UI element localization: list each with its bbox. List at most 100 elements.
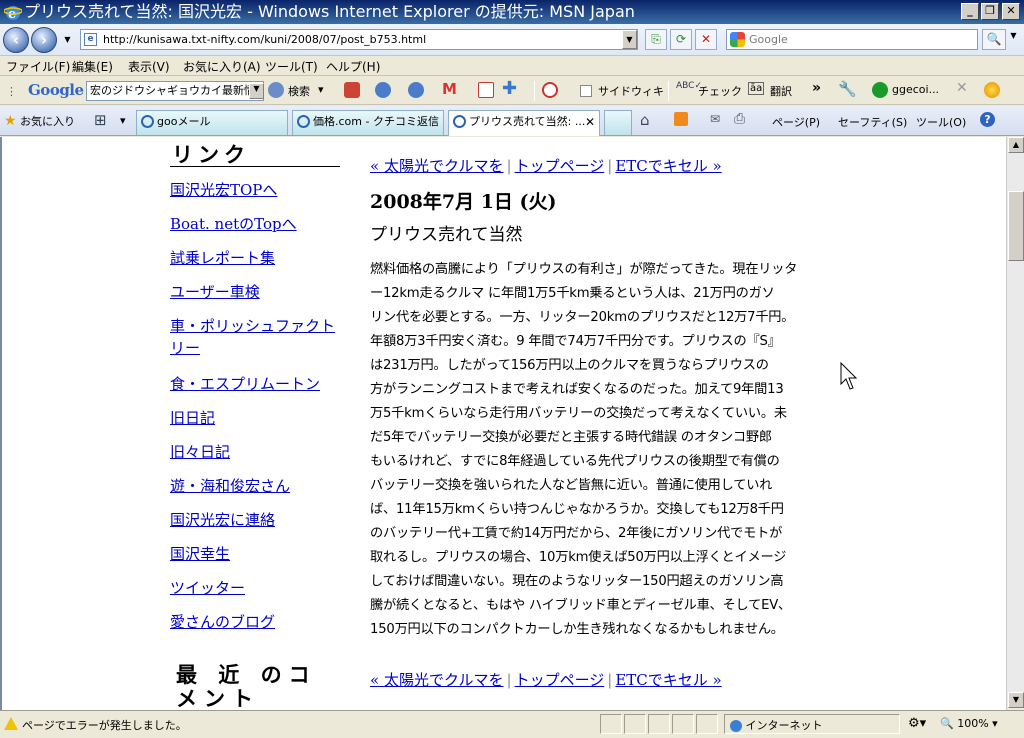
status-panel xyxy=(696,714,718,734)
sidebar-link-contact[interactable]: 国沢光宏に連絡 xyxy=(170,509,275,530)
nav-separator: | xyxy=(607,157,613,175)
next-post-link[interactable]: ETCでキセル » xyxy=(615,157,721,175)
sidebar-link-reports[interactable]: 試乗レポート集 xyxy=(170,247,275,268)
post-line: のバッテリー代+工賃で約14万円だから、2年後にガソリン代でモトが xyxy=(370,526,783,541)
globe-icon-2[interactable] xyxy=(408,82,424,98)
search-button[interactable]: 🔍 xyxy=(982,29,1006,50)
globe-icon[interactable] xyxy=(375,82,391,98)
menu-tools[interactable]: ツール(T) xyxy=(265,58,318,75)
next-post-link-bottom[interactable]: ETCでキセル » xyxy=(615,671,721,689)
toolbar-options-icon[interactable] xyxy=(984,82,1000,98)
search-options-dropdown[interactable]: ▼ xyxy=(1006,31,1021,48)
scroll-up-arrow[interactable]: ▲ xyxy=(1008,137,1024,153)
mail-icon[interactable]: ✉ xyxy=(710,112,720,126)
menu-favorites[interactable]: お気に入り(A) xyxy=(183,58,261,75)
status-panel xyxy=(648,714,670,734)
title-bar: e プリウス売れて当然: 国沢光宏 - Windows Internet Exp… xyxy=(0,0,1024,24)
google-query-field[interactable]: 宏のジドウシャギョウカイ最新情報 xyxy=(86,81,264,101)
tab-bar: ★ お気に入り ⊞ ▾ gooメール 価格.com - クチコミ返信 プリウス売… xyxy=(0,106,1024,136)
wrench-icon[interactable]: 🔧 xyxy=(838,80,857,98)
tab-label: 価格.com - クチコミ返信 xyxy=(313,115,439,128)
sidebar-link-boat[interactable]: Boat. netのTopへ xyxy=(170,213,297,234)
post-line: もいるけれど、すでに8年経過している先代プリウスの後期型で有償の xyxy=(370,454,780,469)
sidewiki-button[interactable]: サイドウィキ xyxy=(598,83,664,99)
translate-icon: āa xyxy=(748,82,765,95)
sidebar-link-ai-blog[interactable]: 愛さんのブログ xyxy=(170,611,275,632)
sidebar-link-inspection[interactable]: ユーザー車検 xyxy=(170,281,260,302)
quick-tabs-icon[interactable]: ⊞ xyxy=(94,111,107,129)
check-button[interactable]: チェック xyxy=(698,83,742,99)
security-zone[interactable]: インターネット xyxy=(730,717,823,733)
address-toolbar: ‹ › ▼ e http://kunisawa.txt-nifty.com/ku… xyxy=(0,24,1024,56)
menu-file[interactable]: ファイル(F) xyxy=(6,58,70,75)
plus-icon[interactable]: ✚ xyxy=(502,78,517,99)
minimize-button[interactable]: _ xyxy=(961,3,979,20)
more-chevron-icon[interactable]: » xyxy=(812,80,821,96)
sidebar-link-old-diary[interactable]: 旧日記 xyxy=(170,407,215,428)
top-page-link-bottom[interactable]: トップページ xyxy=(515,671,605,689)
popup-blocker-icon[interactable] xyxy=(542,82,558,98)
tab-goo-mail[interactable]: gooメール xyxy=(136,110,288,135)
compatibility-view-icon[interactable]: ⎘ xyxy=(645,29,667,50)
sidebar-link-umiwa[interactable]: 遊・海和俊宏さん xyxy=(170,475,290,496)
help-icon[interactable]: ? xyxy=(980,112,995,127)
warning-icon[interactable] xyxy=(4,717,18,730)
scroll-down-arrow[interactable]: ▼ xyxy=(1008,692,1024,708)
prev-post-link[interactable]: « 太陽光でクルマを xyxy=(370,157,504,175)
tab-list-dropdown[interactable]: ▾ xyxy=(120,114,126,127)
sidebar-link-top[interactable]: 国沢光宏TOPへ xyxy=(170,179,277,200)
sidebar-link-twitter[interactable]: ツイッター xyxy=(170,577,245,598)
page-content: リンク 国沢光宏TOPへ Boat. netのTopへ 試乗レポート集 ユーザー… xyxy=(0,137,1006,710)
stop-icon[interactable]: ✕ xyxy=(695,29,717,50)
status-bar: ページでエラーが発生しました。 インターネット ⚙▾ 🔍 100% ▾ xyxy=(0,710,1024,738)
tab-kakaku[interactable]: 価格.com - クチコミ返信 xyxy=(292,110,444,135)
close-window-button[interactable]: ✕ xyxy=(1002,3,1020,20)
print-icon[interactable]: ⎙ xyxy=(734,111,745,127)
sidebar-link-food[interactable]: 食・エスプリムートン xyxy=(170,373,320,394)
recent-pages-dropdown[interactable]: ▼ xyxy=(60,35,75,47)
scroll-thumb[interactable] xyxy=(1008,191,1024,261)
refresh-icon[interactable]: ⟳ xyxy=(670,29,692,50)
status-message[interactable]: ページでエラーが発生しました。 xyxy=(22,717,187,733)
page-icon: e xyxy=(84,33,97,46)
dropdown-icon[interactable]: ▾ xyxy=(318,83,324,96)
calendar-icon[interactable] xyxy=(478,82,494,98)
restore-button[interactable]: ❐ xyxy=(981,3,999,20)
feeds-icon[interactable] xyxy=(674,112,688,126)
protected-mode-icon[interactable]: ⚙▾ xyxy=(908,716,926,731)
tab-prius[interactable]: プリウス売れて当然: ... ✕ xyxy=(448,110,600,136)
home-icon[interactable]: ⌂ xyxy=(640,111,650,129)
close-tab-icon[interactable]: ✕ xyxy=(585,111,595,133)
google-search-button[interactable]: 検索 xyxy=(288,83,310,99)
close-toolbar-icon[interactable]: ✕ xyxy=(956,80,968,96)
sidewiki-icon[interactable] xyxy=(580,85,592,97)
page-menu[interactable]: ページ(P) xyxy=(772,114,820,130)
zoom-level[interactable]: 🔍 100% ▾ xyxy=(940,717,998,730)
prev-post-link-bottom[interactable]: « 太陽光でクルマを xyxy=(370,671,504,689)
vertical-scrollbar[interactable]: ▲ ▼ xyxy=(1006,137,1024,710)
google-logo: Google xyxy=(28,81,84,99)
post-line: 年額8万3千円安く済む。9 年間で74万7千円分です。プリウスの『S』 xyxy=(370,334,781,349)
favorites-button[interactable]: ★ お気に入り xyxy=(4,113,75,129)
menu-edit[interactable]: 編集(E) xyxy=(72,58,113,75)
sidebar-link-kosei[interactable]: 国沢幸生 xyxy=(170,543,230,564)
address-dropdown[interactable]: ▼ xyxy=(622,30,637,49)
gmail-icon[interactable]: M xyxy=(442,80,457,98)
top-page-link[interactable]: トップページ xyxy=(515,157,605,175)
address-bar[interactable]: e http://kunisawa.txt-nifty.com/kuni/200… xyxy=(80,29,638,50)
tools-menu[interactable]: ツール(O) xyxy=(916,114,966,130)
google-query-dropdown[interactable]: ▼ xyxy=(249,83,264,99)
post-line: バッテリー交換を強いられた人など皆無に近い。普通に使用していれ xyxy=(370,478,773,493)
menu-help[interactable]: ヘルプ(H) xyxy=(326,58,380,75)
menu-view[interactable]: 表示(V) xyxy=(128,58,170,75)
new-tab-button[interactable] xyxy=(604,110,632,135)
search-input[interactable]: Google xyxy=(726,29,978,50)
account-name[interactable]: ggecoi... xyxy=(892,83,939,96)
sidebar-link-older-diary[interactable]: 旧々日記 xyxy=(170,441,230,462)
bookmark-icon[interactable] xyxy=(344,82,360,98)
safety-menu[interactable]: セーフティ(S) xyxy=(838,114,907,130)
sidebar-link-polish[interactable]: 車・ポリッシュファクトリー xyxy=(170,315,340,359)
forward-button[interactable]: › xyxy=(31,27,57,53)
translate-button[interactable]: 翻訳 xyxy=(770,83,792,99)
back-button[interactable]: ‹ xyxy=(3,27,29,53)
